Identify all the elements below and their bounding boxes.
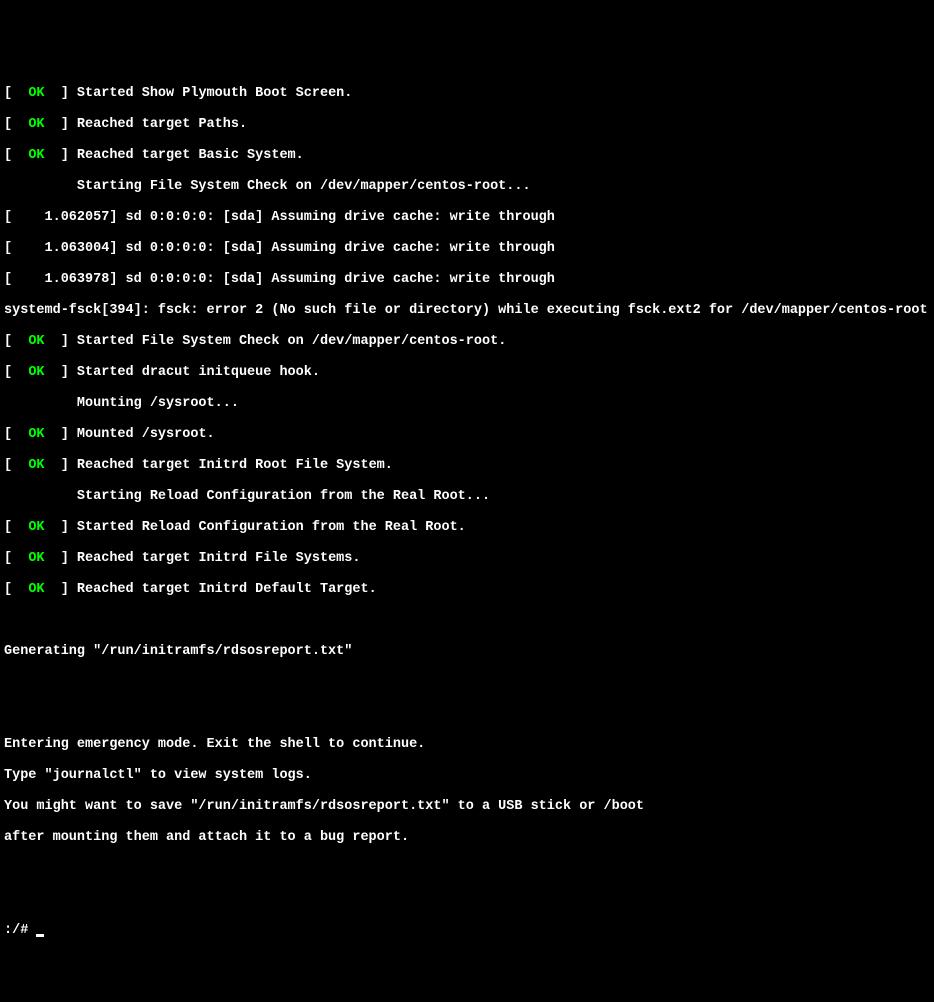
boot-line: [ OK ] Reached target Initrd Default Tar… xyxy=(4,582,930,598)
boot-line: [ OK ] Started dracut initqueue hook. xyxy=(4,365,930,381)
boot-line: [ OK ] Started File System Check on /dev… xyxy=(4,334,930,350)
boot-line: [ OK ] Reached target Paths. xyxy=(4,117,930,133)
boot-line: Mounting /sysroot... xyxy=(4,396,930,412)
status-ok: OK xyxy=(28,551,44,566)
kernel-line: [ 1.063004] sd 0:0:0:0: [sda] Assuming d… xyxy=(4,241,930,257)
boot-line: [ OK ] Reached target Initrd File System… xyxy=(4,551,930,567)
kernel-line: [ 1.062057] sd 0:0:0:0: [sda] Assuming d… xyxy=(4,210,930,226)
boot-line: [ OK ] Started Show Plymouth Boot Screen… xyxy=(4,86,930,102)
blank-line xyxy=(4,675,930,691)
cursor-icon xyxy=(36,934,44,937)
status-ok: OK xyxy=(28,520,44,535)
blank-line xyxy=(4,861,930,877)
status-ok: OK xyxy=(28,117,44,132)
status-ok: OK xyxy=(28,148,44,163)
blank-line xyxy=(4,706,930,722)
status-ok: OK xyxy=(28,427,44,442)
emergency-line: You might want to save "/run/initramfs/r… xyxy=(4,799,930,815)
boot-line: [ OK ] Reached target Initrd Root File S… xyxy=(4,458,930,474)
status-ok: OK xyxy=(28,334,44,349)
blank-line xyxy=(4,613,930,629)
boot-line: [ OK ] Started Reload Configuration from… xyxy=(4,520,930,536)
emergency-line: after mounting them and attach it to a b… xyxy=(4,830,930,846)
status-ok: OK xyxy=(28,458,44,473)
kernel-line: [ 1.063978] sd 0:0:0:0: [sda] Assuming d… xyxy=(4,272,930,288)
emergency-line: Type "journalctl" to view system logs. xyxy=(4,768,930,784)
console-output: [ OK ] Started Show Plymouth Boot Screen… xyxy=(4,70,930,954)
boot-line: Starting File System Check on /dev/mappe… xyxy=(4,179,930,195)
boot-line: [ OK ] Reached target Basic System. xyxy=(4,148,930,164)
status-ok: OK xyxy=(28,86,44,101)
status-ok: OK xyxy=(28,582,44,597)
shell-prompt[interactable]: :/# xyxy=(4,923,930,939)
generating-line: Generating "/run/initramfs/rdsosreport.t… xyxy=(4,644,930,660)
emergency-line: Entering emergency mode. Exit the shell … xyxy=(4,737,930,753)
status-ok: OK xyxy=(28,365,44,380)
boot-line: [ OK ] Mounted /sysroot. xyxy=(4,427,930,443)
blank-line xyxy=(4,892,930,908)
boot-line: Starting Reload Configuration from the R… xyxy=(4,489,930,505)
error-line: systemd-fsck[394]: fsck: error 2 (No suc… xyxy=(4,303,930,319)
